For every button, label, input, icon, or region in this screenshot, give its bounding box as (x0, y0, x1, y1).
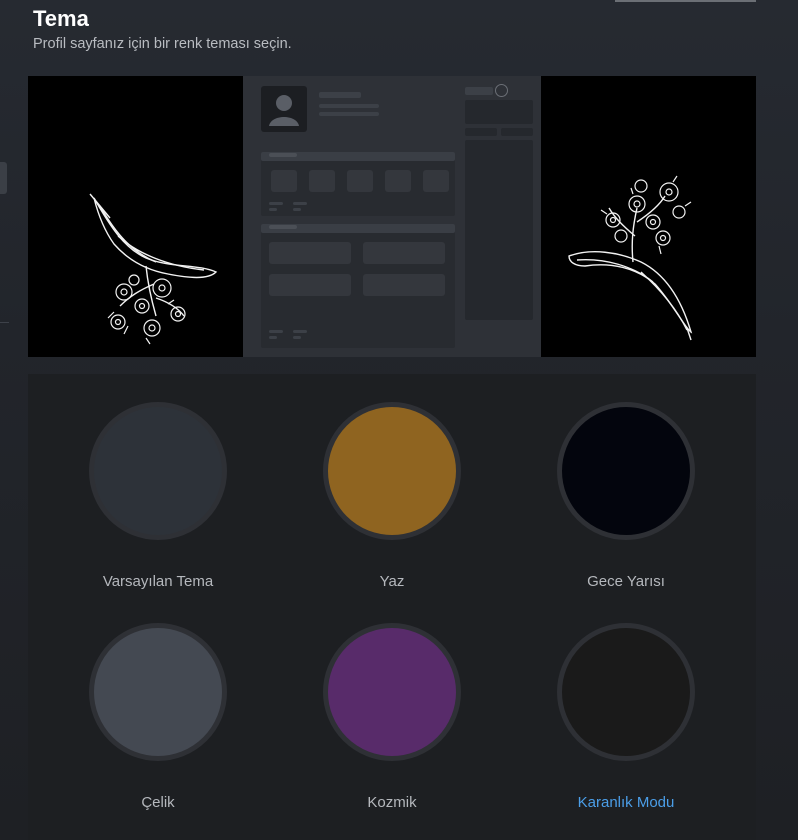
side-divider (0, 322, 9, 323)
side-tab[interactable] (0, 162, 7, 194)
theme-option-cosmic[interactable]: Kozmik (275, 623, 509, 811)
theme-label[interactable]: Yaz (275, 573, 509, 590)
page-subtitle: Profil sayfanız için bir renk teması seç… (33, 36, 292, 52)
user-icon (269, 95, 299, 126)
theme-preview (28, 76, 756, 357)
theme-option-default[interactable]: Varsayılan Tema (41, 402, 275, 590)
theme-label[interactable]: Karanlık Modu (509, 794, 743, 811)
theme-label[interactable]: Varsayılan Tema (41, 573, 275, 590)
theme-option-steel[interactable]: Çelik (41, 623, 275, 811)
theme-option-summer[interactable]: Yaz (275, 402, 509, 590)
theme-label[interactable]: Çelik (41, 794, 275, 811)
theme-swatch[interactable] (89, 623, 227, 761)
theme-label[interactable]: Gece Yarısı (509, 573, 743, 590)
theme-option-dark-mode[interactable]: Karanlık Modu (509, 623, 743, 811)
theme-swatch[interactable] (323, 623, 461, 761)
theme-label[interactable]: Kozmik (275, 794, 509, 811)
profile-layout-mockup (243, 76, 541, 357)
botanical-illustration-right (568, 175, 693, 341)
theme-swatch[interactable] (557, 402, 695, 540)
theme-swatch[interactable] (89, 402, 227, 540)
mock-avatar (261, 86, 307, 132)
preview-artwork-left (28, 76, 243, 357)
page-title: Tema (33, 6, 89, 31)
top-divider (615, 0, 756, 2)
theme-options: Varsayılan Tema Yaz Gece Yarısı Çelik Ko… (28, 374, 756, 840)
theme-swatch[interactable] (557, 623, 695, 761)
theme-swatch[interactable] (323, 402, 461, 540)
theme-option-midnight[interactable]: Gece Yarısı (509, 402, 743, 590)
preview-artwork-right (541, 76, 756, 357)
botanical-illustration-left (89, 193, 218, 345)
